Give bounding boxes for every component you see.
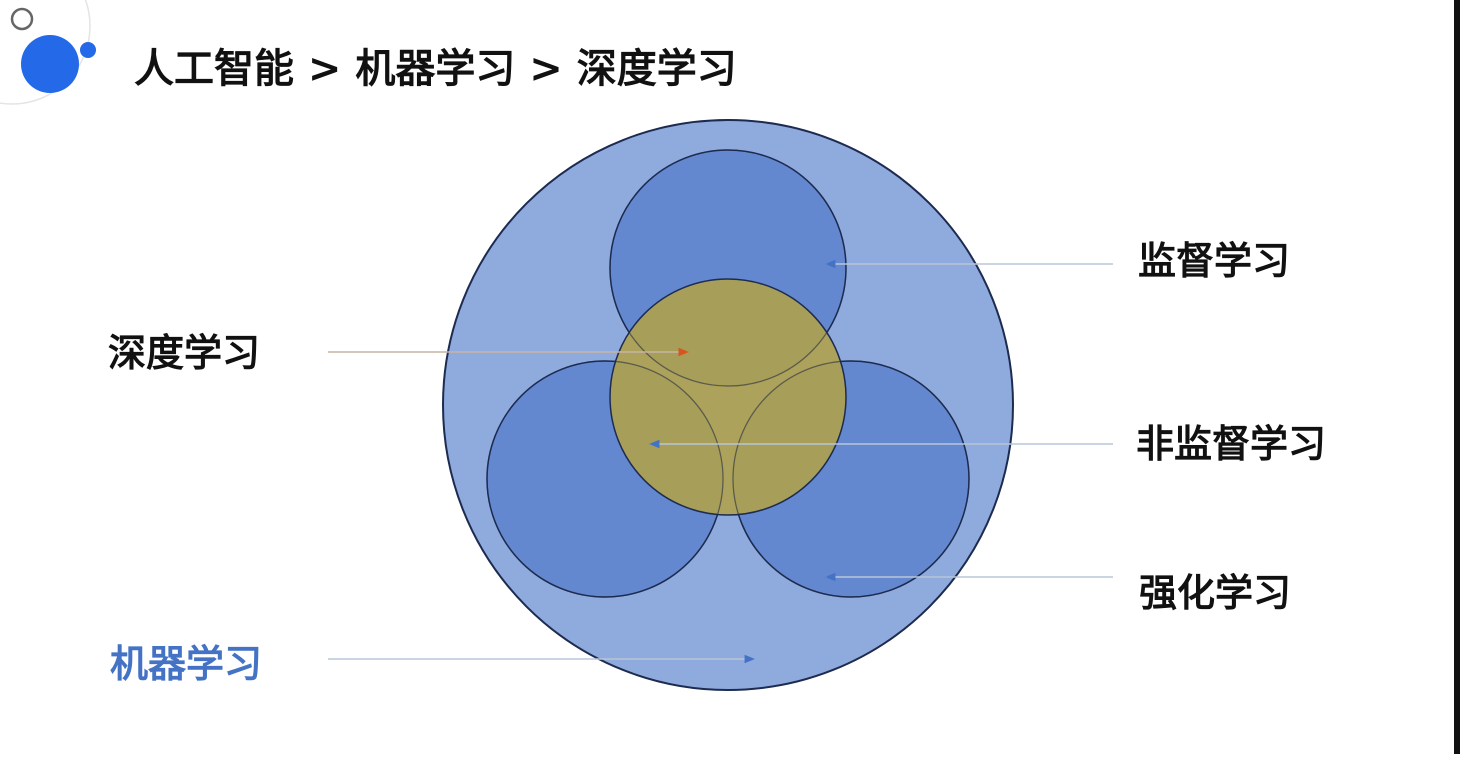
supervised-label: 监督学习 bbox=[1138, 239, 1290, 283]
slide: 人工智能 > 机器学习 > 深度学习 监督学习 深度学习 非监督学习 强化学习 … bbox=[0, 0, 1460, 754]
reinforcement-label: 强化学习 bbox=[1139, 571, 1291, 615]
small-ring-icon bbox=[10, 7, 34, 31]
small-blue-dot-icon bbox=[80, 42, 96, 58]
machine-learning-label: 机器学习 bbox=[110, 642, 262, 686]
ml-venn-diagram: 人工智能 > 机器学习 > 深度学习 监督学习 深度学习 非监督学习 强化学习 … bbox=[0, 0, 1326, 691]
page-title: 人工智能 > 机器学习 > 深度学习 bbox=[134, 46, 737, 92]
unsupervised-label: 非监督学习 bbox=[1136, 422, 1326, 466]
deep-learning-circle bbox=[609, 278, 847, 516]
window-edge bbox=[1454, 0, 1460, 754]
deep-learning-label: 深度学习 bbox=[108, 331, 260, 375]
large-blue-dot-icon bbox=[21, 35, 79, 93]
corner-decoration bbox=[0, 0, 96, 105]
